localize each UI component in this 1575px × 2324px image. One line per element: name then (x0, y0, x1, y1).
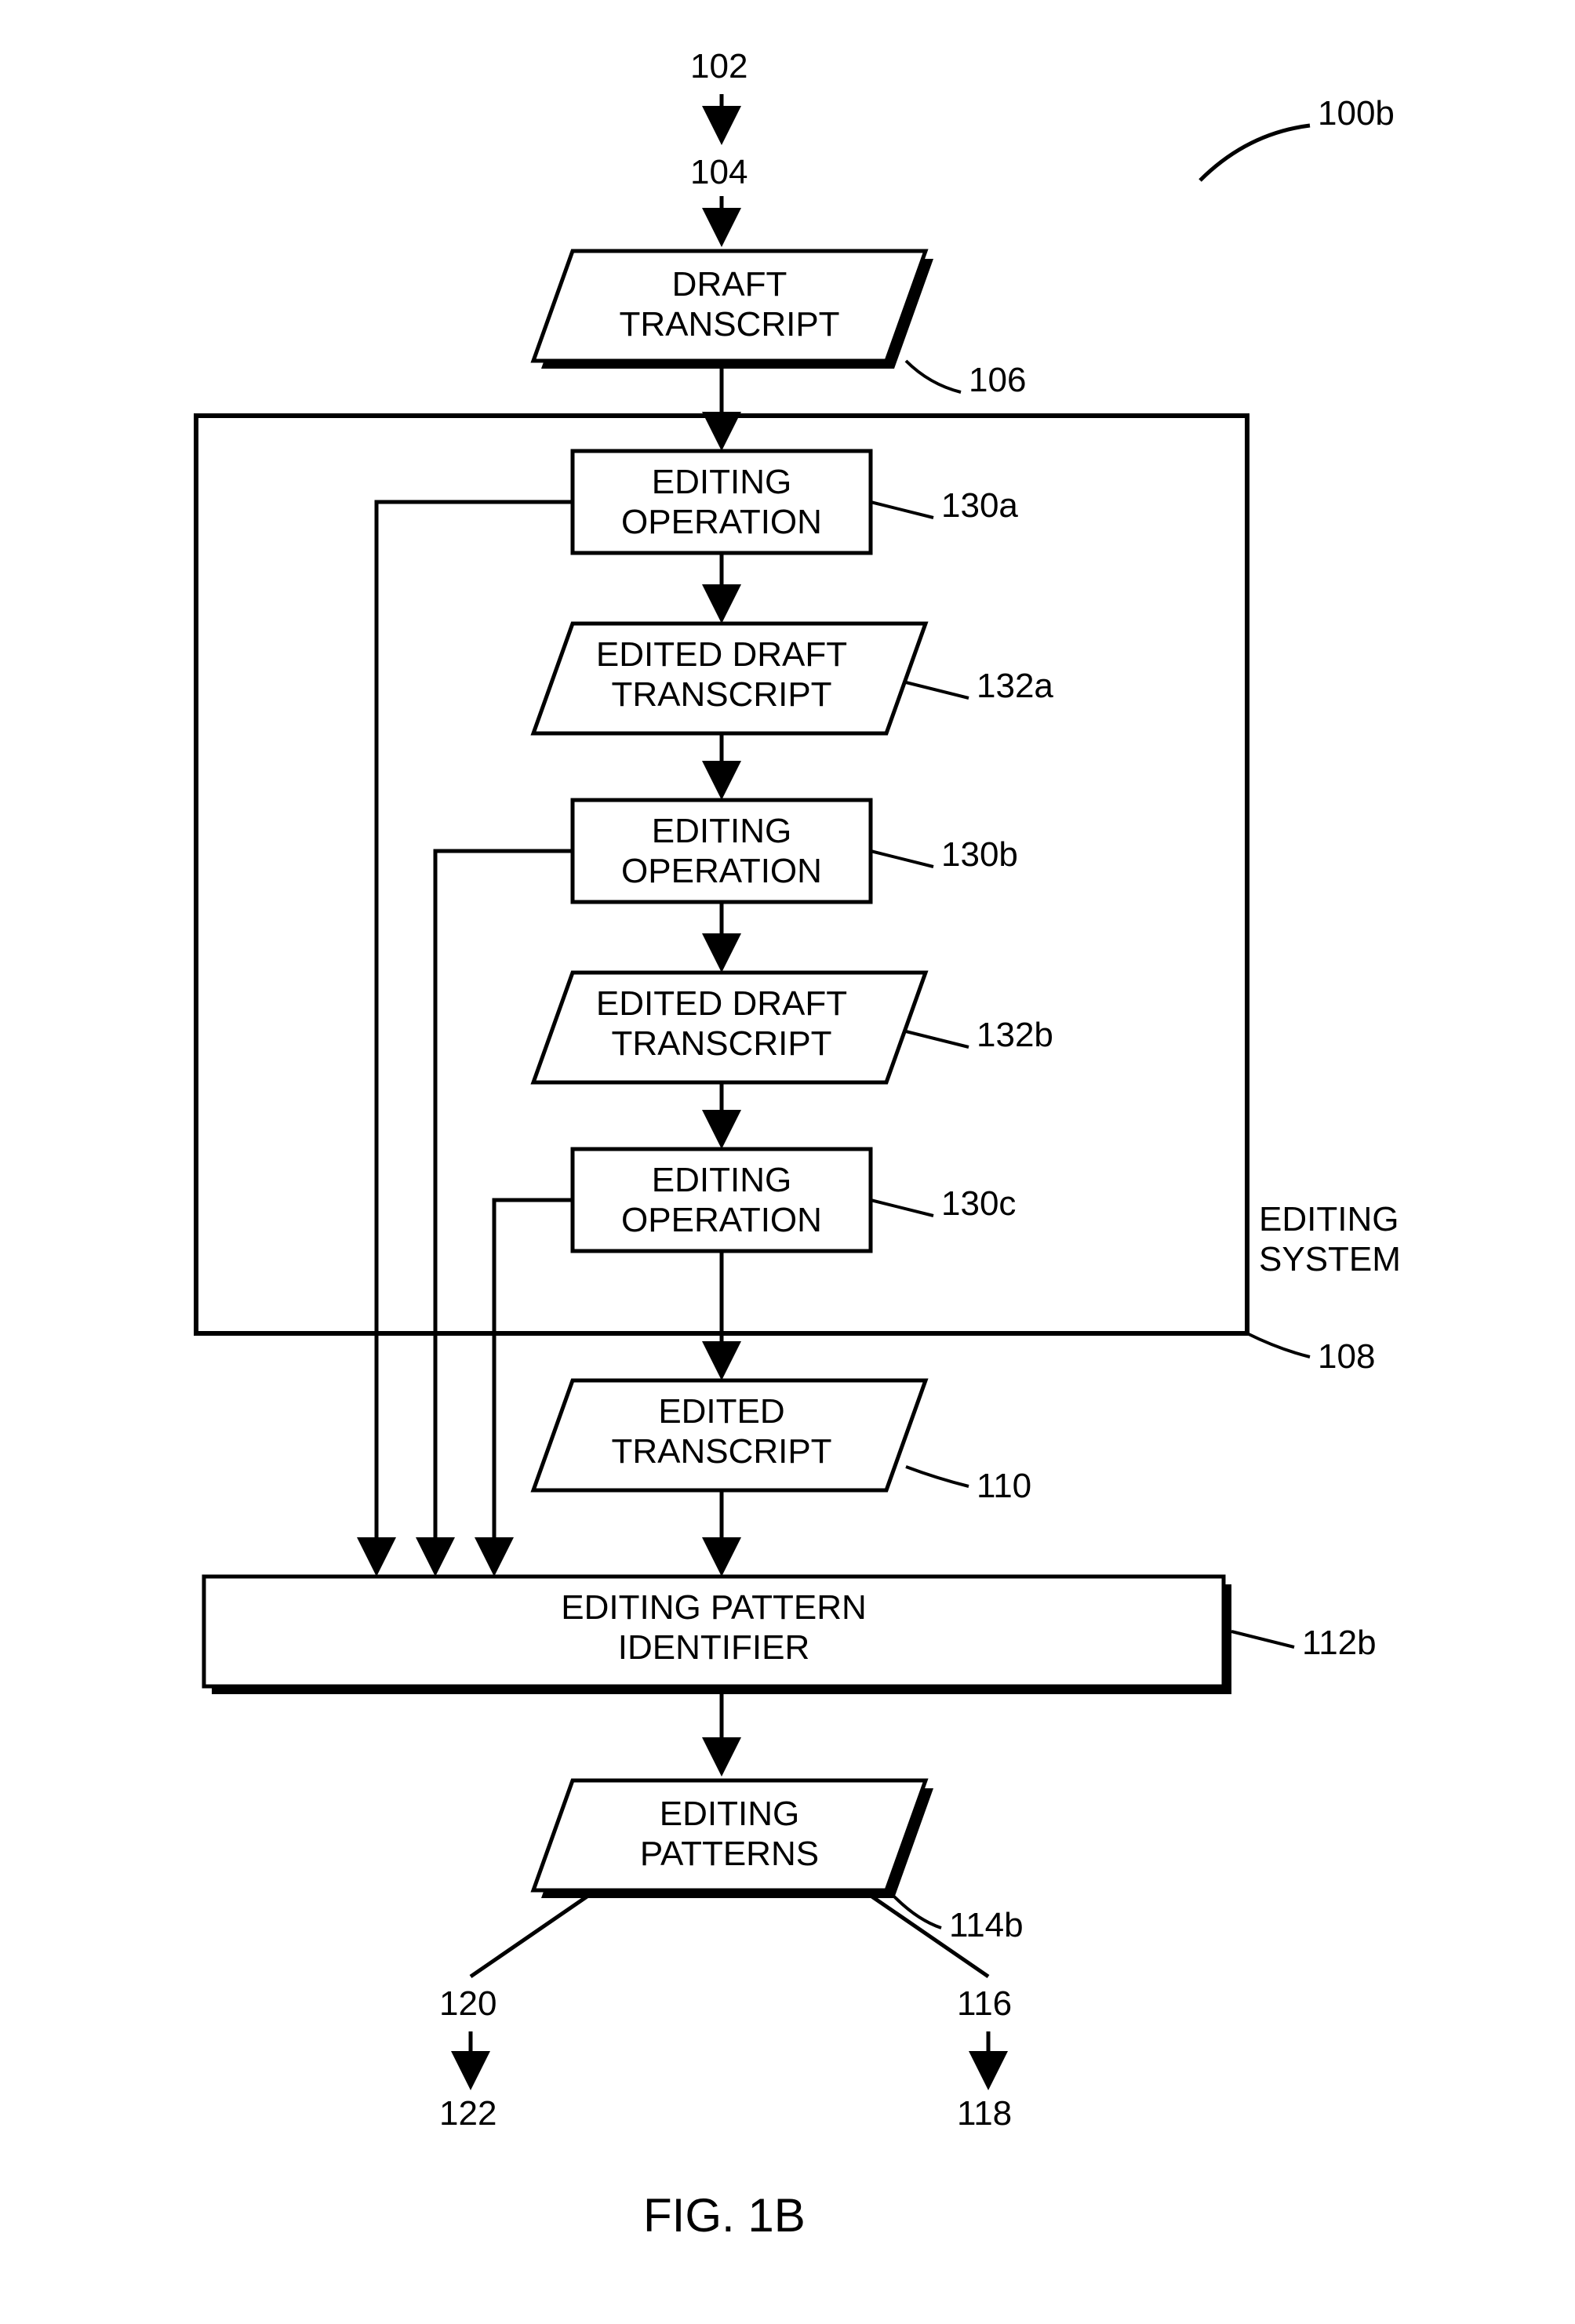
ref-130b: 130b (941, 835, 1018, 875)
ref-106: 106 (969, 361, 1026, 400)
block-edit-op-a: EDITING OPERATION (573, 463, 871, 542)
ref-118: 118 (957, 2094, 1012, 2133)
block-edited-draft-b: EDITED DRAFT TRANSCRIPT (549, 984, 894, 1064)
ref-122: 122 (439, 2094, 497, 2133)
block-pattern-identifier: EDITING PATTERN IDENTIFIER (204, 1588, 1224, 1668)
block-edited-transcript: EDITED TRANSCRIPT (549, 1392, 894, 1471)
ref-132b: 132b (977, 1016, 1053, 1055)
ref-102: 102 (690, 47, 747, 86)
ref-130c: 130c (941, 1184, 1016, 1224)
editing-system-label: EDITING SYSTEM (1259, 1200, 1463, 1279)
ref-120: 120 (439, 1984, 497, 2024)
figure-stage: 102 104 100b DRAFT TRANSCRIPT 106 EDITIN… (0, 0, 1575, 2324)
block-editing-patterns: EDITING PATTERNS (573, 1795, 886, 1874)
ref-104: 104 (690, 153, 747, 192)
figure-caption: FIG. 1B (643, 2188, 806, 2242)
ref-116: 116 (957, 1984, 1012, 2024)
ref-114b: 114b (949, 1906, 1024, 1945)
ref-132a: 132a (977, 667, 1053, 706)
ref-112b: 112b (1302, 1624, 1377, 1663)
ref-110: 110 (977, 1467, 1031, 1506)
ref-108: 108 (1318, 1337, 1375, 1377)
ref-130a: 130a (941, 486, 1018, 526)
block-edited-draft-a: EDITED DRAFT TRANSCRIPT (549, 635, 894, 715)
block-draft-transcript: DRAFT TRANSCRIPT (573, 265, 886, 344)
block-edit-op-b: EDITING OPERATION (573, 812, 871, 891)
ref-100b: 100b (1318, 94, 1395, 133)
block-edit-op-c: EDITING OPERATION (573, 1161, 871, 1240)
